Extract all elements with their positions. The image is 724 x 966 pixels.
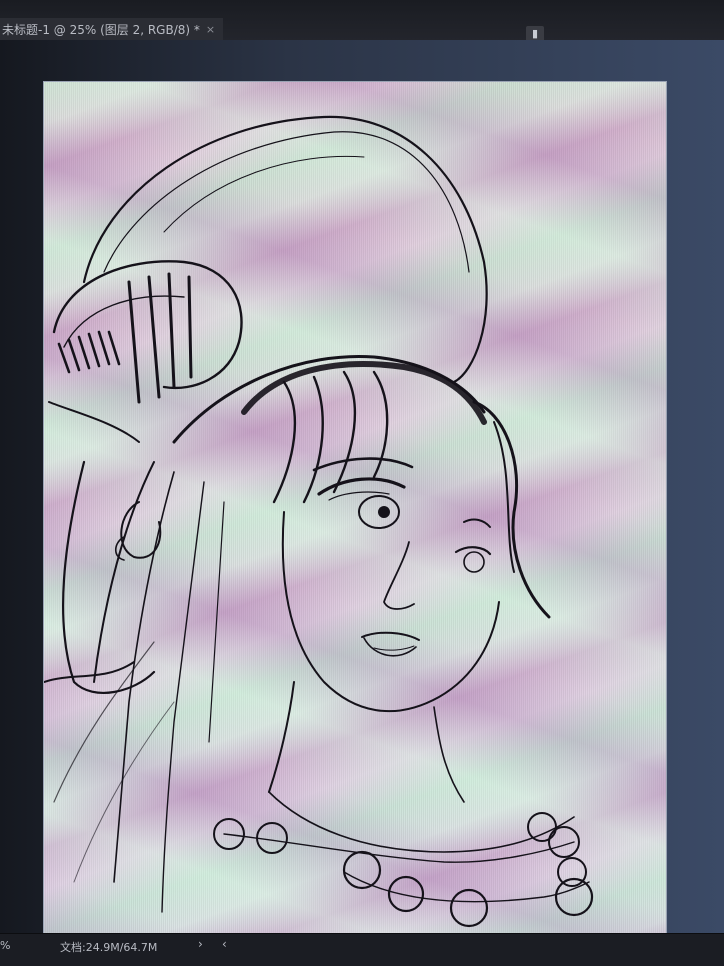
document-tab[interactable]: 未标题-1 @ 25% (图层 2, RGB/8) * ×	[0, 18, 224, 40]
workspace	[0, 40, 724, 963]
zoom-readout[interactable]: %	[0, 939, 10, 952]
scroll-left-icon[interactable]: ‹	[222, 937, 227, 951]
document-tabbar: 未标题-1 @ 25% (图层 2, RGB/8) * × ▮	[0, 0, 724, 42]
status-bar: % 文档:24.9M/64.7M › ‹	[0, 933, 724, 966]
document-info: 文档:24.9M/64.7M	[60, 941, 158, 954]
drawing-canvas[interactable]	[44, 82, 666, 963]
document-tab-title: 未标题-1 @ 25% (图层 2, RGB/8) *	[2, 22, 200, 37]
sketch-artwork	[44, 115, 594, 928]
status-menu-arrow-icon[interactable]: ›	[198, 937, 203, 951]
close-tab-icon[interactable]: ×	[206, 23, 215, 36]
